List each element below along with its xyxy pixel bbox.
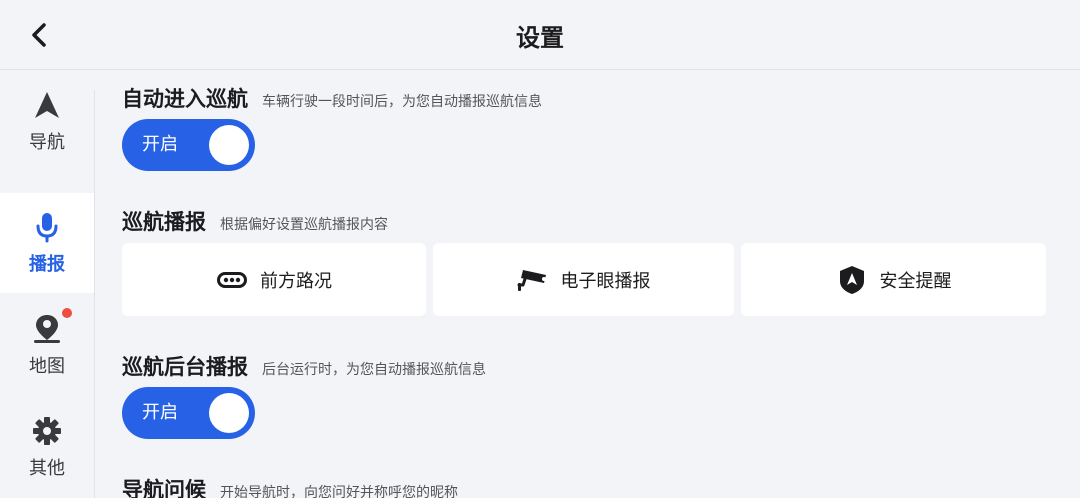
section-auto-cruise-header: 自动进入巡航 车辆行驶一段时间后，为您自动播报巡航信息 [122, 83, 542, 113]
page-title: 设置 [516, 23, 564, 52]
toggle-label: 开启 [142, 134, 178, 155]
section-background-broadcast-header: 巡航后台播报 后台运行时，为您自动播报巡航信息 [122, 351, 486, 381]
notification-badge [62, 308, 72, 318]
back-button[interactable] [18, 14, 60, 56]
header: 设置 [0, 0, 1080, 70]
section-title: 巡航播报 [122, 210, 206, 234]
section-description: 车辆行驶一段时间后，为您自动播报巡航信息 [262, 94, 542, 110]
sidebar-item-navigation[interactable]: 导航 [0, 71, 94, 171]
sidebar-divider [94, 90, 95, 498]
sidebar-item-broadcast[interactable]: 播报 [0, 193, 94, 293]
toggle-label: 开启 [142, 402, 178, 423]
sidebar-item-label: 播报 [29, 254, 65, 275]
navigation-arrow-icon [30, 88, 64, 122]
option-label: 前方路况 [260, 270, 332, 292]
microphone-icon [30, 210, 64, 244]
section-description: 开始导航时，向您问好并称呼您的昵称 [220, 485, 458, 498]
auto-cruise-toggle[interactable]: 开启 [122, 119, 255, 171]
section-title: 自动进入巡航 [122, 87, 248, 111]
toggle-knob [209, 393, 249, 433]
section-nav-greeting-header: 导航问候 开始导航时，向您问好并称呼您的昵称 [122, 474, 458, 498]
sidebar-item-map[interactable]: 地图 [0, 295, 94, 395]
sidebar-item-other[interactable]: 其他 [0, 397, 94, 497]
settings-content: 自动进入巡航 车辆行驶一段时间后，为您自动播报巡航信息 开启 巡航播报 根据偏好… [122, 71, 1052, 498]
toggle-knob [209, 125, 249, 165]
gear-icon [30, 414, 64, 448]
sidebar: 导航 播报 地图 其他 [0, 71, 94, 498]
sidebar-item-label: 其他 [29, 458, 65, 479]
section-cruise-broadcast-header: 巡航播报 根据偏好设置巡航播报内容 [122, 206, 388, 236]
option-road-conditions[interactable]: 前方路况 [122, 243, 426, 316]
chevron-left-icon [32, 23, 46, 47]
section-title: 巡航后台播报 [122, 355, 248, 379]
sidebar-item-label: 地图 [29, 356, 65, 377]
traffic-light-icon [216, 266, 248, 294]
option-speed-camera[interactable]: 电子眼播报 [433, 243, 734, 316]
sidebar-item-label: 导航 [29, 132, 65, 153]
settings-page: 设置 导航 播报 地图 其他 自动进入巡航 车辆行驶一段时间后，为您自动播报巡航… [0, 0, 1080, 498]
section-description: 后台运行时，为您自动播报巡航信息 [262, 362, 486, 378]
option-safety-reminder[interactable]: 安全提醒 [741, 243, 1046, 316]
option-label: 安全提醒 [879, 270, 952, 292]
camera-icon [517, 266, 549, 294]
section-description: 根据偏好设置巡航播报内容 [220, 217, 388, 233]
map-pin-person-icon [30, 308, 72, 346]
section-title: 导航问候 [122, 478, 206, 498]
option-label: 电子眼播报 [560, 270, 651, 292]
background-broadcast-toggle[interactable]: 开启 [122, 387, 255, 439]
shield-icon [836, 265, 868, 294]
